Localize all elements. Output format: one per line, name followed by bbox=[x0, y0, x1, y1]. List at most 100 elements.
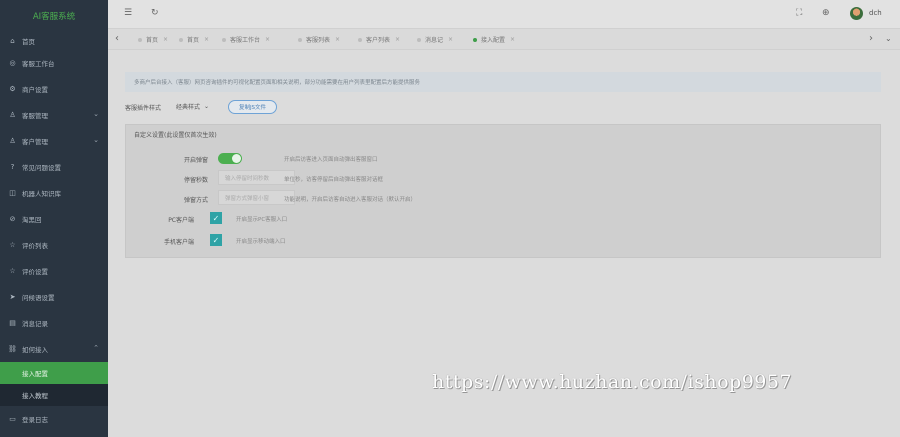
close-icon[interactable]: × bbox=[265, 36, 270, 43]
sidebar-item-label: 问候语设置 bbox=[22, 294, 55, 302]
tab-label: 接入配置 bbox=[481, 37, 506, 44]
tab-dot-icon bbox=[138, 37, 142, 42]
sidebar-item-label: 评价设置 bbox=[22, 268, 48, 276]
app-title: AI客服系统 bbox=[32, 12, 76, 22]
home-icon: ⌂ bbox=[10, 37, 15, 45]
chevron-down-icon[interactable]: ⌄ bbox=[885, 34, 892, 43]
sidebar-item-label: 如何接入 bbox=[22, 346, 48, 354]
mobile-client-help: 开启显示移动端入口 bbox=[236, 239, 286, 245]
copy-js-button[interactable]: 复制JS文件 bbox=[228, 100, 277, 114]
sidebar-item-label: 登录日志 bbox=[22, 416, 48, 424]
theme-select-value: 经典样式 bbox=[176, 104, 201, 111]
sidebar-item-merchant-settings[interactable]: ⚙ 商户设置 bbox=[0, 76, 108, 102]
tabs-bar: ‹ 首页 × 首页 × 客服工作台 × 客服列表 × 客户列表 × 消息记 × … bbox=[108, 28, 900, 50]
avatar[interactable] bbox=[850, 7, 863, 20]
tab-workbench[interactable]: 客服工作台 × bbox=[222, 35, 270, 44]
tab-label: 客户列表 bbox=[366, 37, 391, 44]
user-name[interactable]: dch bbox=[869, 9, 882, 17]
tab-dot-icon bbox=[179, 37, 183, 42]
sidebar-subitem-integration-config[interactable]: 接入配置 bbox=[0, 362, 108, 384]
theme-select[interactable]: 经典样式 ⌄ bbox=[176, 101, 209, 112]
sidebar-item-label: 机器人知识库 bbox=[22, 190, 61, 198]
popup-switch-help: 开启后访客进入页面自动弹出客服窗口 bbox=[284, 157, 378, 163]
delay-input-placeholder: 输入停留时间秒数 bbox=[225, 175, 270, 182]
mobile-client-label: 手机客户端 bbox=[163, 239, 194, 246]
fullscreen-icon[interactable]: ⛶ bbox=[796, 8, 802, 18]
close-icon[interactable]: × bbox=[335, 36, 340, 43]
tab-customer-list[interactable]: 客户列表 × bbox=[358, 35, 400, 44]
tab-label: 客服工作台 bbox=[230, 37, 261, 44]
popup-mode-label: 弹窗方式 bbox=[183, 197, 208, 204]
delay-help: 单位秒，访客停留后自动弹出客服对话框 bbox=[284, 177, 384, 183]
tab-label: 客服列表 bbox=[306, 37, 331, 44]
sidebar-item-greeting-settings[interactable]: ➤ 问候语设置 bbox=[0, 284, 108, 310]
chevron-down-icon: ⌄ bbox=[93, 136, 99, 144]
blacklist-icon: ⊘ bbox=[9, 215, 16, 223]
sidebar-item-blacklist[interactable]: ⊘ 淘黑回 bbox=[0, 206, 108, 232]
popup-mode-help: 功能说明，开启后访客自动进入客服对话（默认开启） bbox=[284, 197, 417, 203]
close-icon[interactable]: × bbox=[204, 36, 209, 43]
custom-settings-panel: 自定义设置(此设置仅首次生效) 开启弹窗 开启后访客进入页面自动弹出客服窗口 停… bbox=[125, 124, 881, 258]
sidebar-item-label: 评价列表 bbox=[22, 242, 48, 250]
message-icon: ▤ bbox=[9, 319, 16, 327]
tab-dot-icon bbox=[473, 37, 477, 42]
monitor-icon: ◎ bbox=[9, 59, 16, 67]
sidebar-item-login-log[interactable]: ▭ 登录日志 bbox=[0, 406, 108, 432]
sidebar-item-home[interactable]: ⌂ 首页 bbox=[0, 32, 108, 50]
tabs-scroll-right-icon[interactable]: › bbox=[869, 33, 873, 44]
close-icon[interactable]: × bbox=[510, 36, 515, 43]
sidebar-item-message-log[interactable]: ▤ 消息记录 bbox=[0, 310, 108, 336]
tab-dot-icon bbox=[417, 37, 421, 42]
sidebar-item-reviews[interactable]: ☆ 评价列表 bbox=[0, 232, 108, 258]
pc-client-help: 开启显示PC客服入口 bbox=[236, 217, 288, 223]
log-icon: ▭ bbox=[9, 415, 16, 423]
send-icon: ➤ bbox=[9, 293, 16, 301]
sidebar-item-review-settings[interactable]: ☆ 评价设置 bbox=[0, 258, 108, 284]
sidebar-item-agent-management[interactable]: ♙ 客服管理 ⌄ bbox=[0, 102, 108, 128]
watermark-text: https://www.huzhan.com/ishop9957 bbox=[432, 371, 793, 393]
sidebar-item-label: 消息记录 bbox=[22, 320, 48, 328]
comment-icon: ☆ bbox=[9, 241, 16, 249]
user-icon: ♙ bbox=[9, 111, 16, 119]
delay-label: 停留秒数 bbox=[183, 177, 208, 184]
tabs-scroll-left-icon[interactable]: ‹ bbox=[115, 33, 119, 44]
tab-dot-icon bbox=[298, 37, 302, 42]
refresh-icon[interactable]: ↻ bbox=[151, 8, 159, 18]
theme-label: 客服插件样式 bbox=[125, 105, 162, 112]
tab-label: 首页 bbox=[146, 37, 159, 44]
close-icon[interactable]: × bbox=[395, 36, 400, 43]
sidebar-item-faq-settings[interactable]: ? 常见问题设置 bbox=[0, 154, 108, 180]
sidebar-item-robot-knowledge[interactable]: ◫ 机器人知识库 bbox=[0, 180, 108, 206]
sidebar-item-customer-management[interactable]: ♙ 客户管理 ⌄ bbox=[0, 128, 108, 154]
close-icon[interactable]: × bbox=[448, 36, 453, 43]
menu-toggle-icon[interactable]: ☰ bbox=[124, 8, 132, 18]
customers-icon: ♙ bbox=[9, 137, 16, 145]
chevron-down-icon: ⌄ bbox=[93, 110, 99, 118]
tab-integration-config[interactable]: 接入配置 × bbox=[473, 35, 515, 44]
settings-icon[interactable]: ⊕ bbox=[822, 8, 830, 18]
question-icon: ? bbox=[10, 163, 15, 171]
sidebar-item-workbench[interactable]: ◎ 客服工作台 bbox=[0, 50, 108, 76]
sidebar-item-label: 首页 bbox=[22, 38, 35, 46]
chevron-up-icon: ⌃ bbox=[93, 344, 99, 352]
sidebar-item-label: 客服管理 bbox=[22, 112, 48, 120]
close-icon[interactable]: × bbox=[163, 36, 168, 43]
tab-home[interactable]: 首页 × bbox=[138, 35, 168, 44]
store-icon: ⚙ bbox=[9, 85, 16, 93]
sidebar-item-label: 客户管理 bbox=[22, 138, 48, 146]
sidebar-item-label: 商户设置 bbox=[22, 86, 48, 94]
pc-client-checkbox[interactable]: ✓ bbox=[210, 212, 222, 224]
tab-label: 首页 bbox=[187, 37, 200, 44]
sidebar-item-integration[interactable]: ⛓ 如何接入 ⌃ bbox=[0, 336, 108, 362]
link-icon: ⛓ bbox=[8, 345, 17, 353]
tab-message-log[interactable]: 消息记 × bbox=[417, 35, 453, 44]
tab-agent-list[interactable]: 客服列表 × bbox=[298, 35, 340, 44]
info-notice: 多商户后台接入（客服）网页咨询插件的可视化配置页面和相关说明，部分功能需要在用户… bbox=[125, 72, 881, 92]
sidebar-subitem-integration-tutorial[interactable]: 接入教程 bbox=[0, 384, 108, 406]
chevron-down-icon: ⌄ bbox=[204, 103, 210, 110]
mobile-client-checkbox[interactable]: ✓ bbox=[210, 234, 222, 246]
popup-switch-toggle[interactable] bbox=[218, 153, 242, 164]
sidebar-item-label: 客服工作台 bbox=[22, 60, 55, 68]
tab-home-2[interactable]: 首页 × bbox=[179, 35, 209, 44]
top-header: ☰ ↻ ⛶ ⊕ dch bbox=[108, 0, 900, 28]
